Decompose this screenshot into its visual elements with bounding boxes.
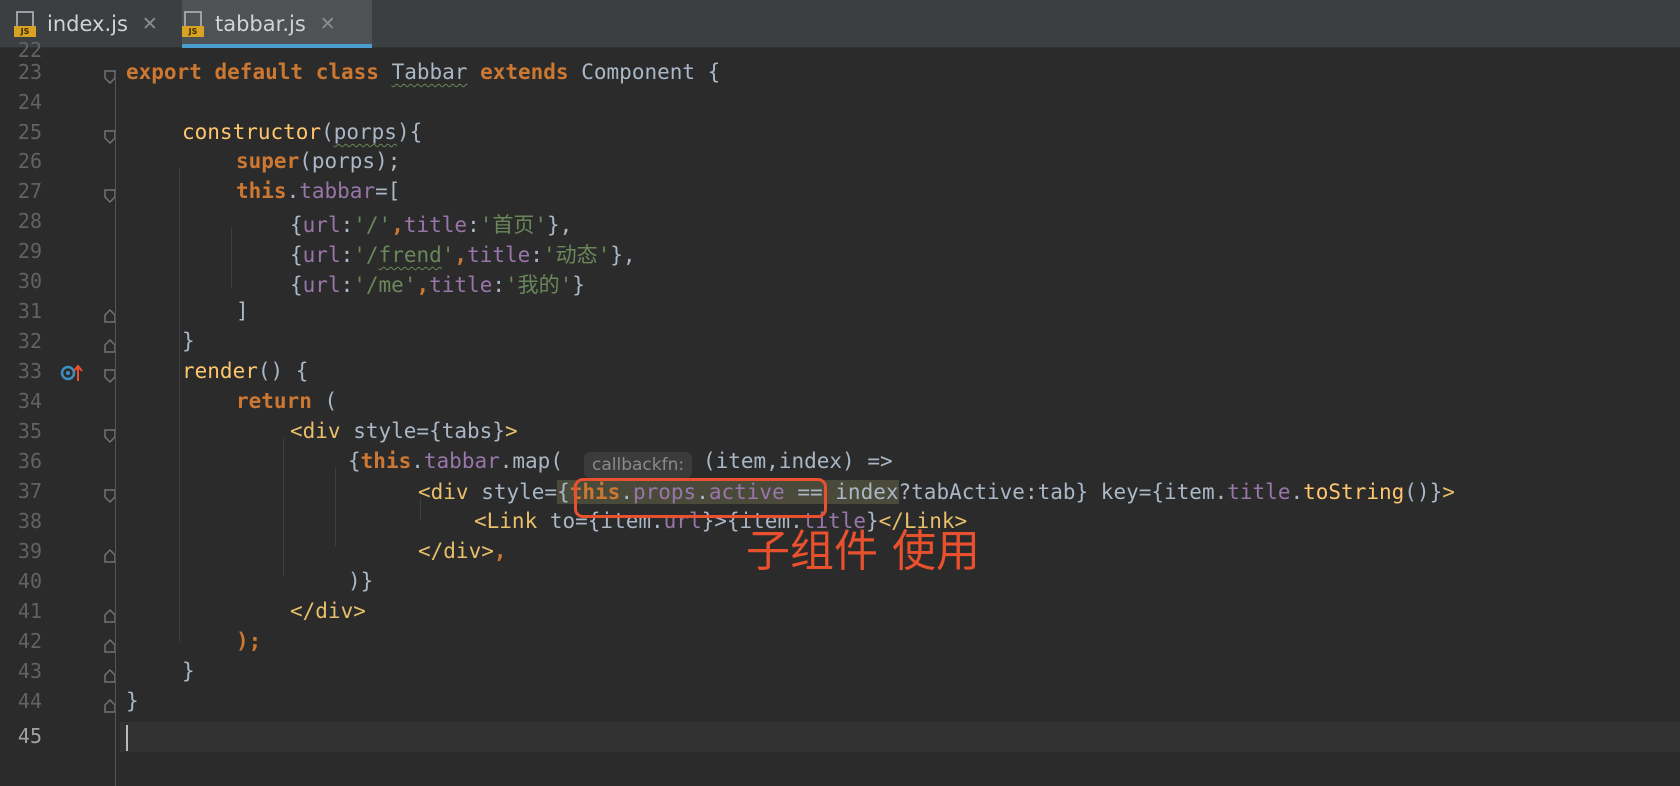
parameter-inlay-hint: callbackfn: xyxy=(584,452,693,478)
indent-guide xyxy=(231,228,232,288)
line-number: 37 xyxy=(17,479,42,503)
line-number: 44 xyxy=(17,689,42,713)
indent-guide xyxy=(335,468,336,546)
active-tab-indicator xyxy=(182,44,372,48)
line-number: 28 xyxy=(17,209,42,233)
line-number: 31 xyxy=(17,299,42,323)
code-line-43[interactable]: } xyxy=(182,659,195,683)
code-line-40[interactable]: )} xyxy=(348,569,373,593)
line-number: 42 xyxy=(17,629,42,653)
tab-label: index.js xyxy=(47,12,128,36)
code-line-41[interactable]: </div> xyxy=(290,599,366,623)
line-number: 43 xyxy=(17,659,42,683)
line-number: 30 xyxy=(17,269,42,293)
editor-tab-bar: JS index.js ✕ JS tabbar.js ✕ xyxy=(0,0,1680,48)
close-icon[interactable]: ✕ xyxy=(320,13,336,35)
line-number: 23 xyxy=(17,60,42,84)
code-line-29[interactable]: {url:'/frend',title:'动态'}, xyxy=(290,239,636,269)
line-number-current: 45 xyxy=(17,724,42,748)
code-line-27[interactable]: this.tabbar=[ xyxy=(236,179,400,203)
line-number: 36 xyxy=(17,449,42,473)
code-line-33[interactable]: render() { xyxy=(182,359,308,383)
annotation-highlight-box xyxy=(574,478,827,518)
line-number: 34 xyxy=(17,389,42,413)
code-line-30[interactable]: {url:'/me',title:'我的'} xyxy=(290,269,585,299)
code-line-31[interactable]: ] xyxy=(236,299,249,323)
indent-guide xyxy=(283,438,284,576)
code-line-42[interactable]: ); xyxy=(236,629,261,653)
indent-guide xyxy=(179,168,180,643)
indent-guide xyxy=(115,72,116,786)
line-number: 25 xyxy=(17,120,42,144)
code-line-35[interactable]: <div style={tabs}> xyxy=(290,419,518,443)
line-number: 29 xyxy=(17,239,42,263)
line-number: 22 xyxy=(17,38,42,62)
code-line-25[interactable]: constructor(porps){ xyxy=(182,120,422,144)
tab-label: tabbar.js xyxy=(215,12,306,36)
code-line-32[interactable]: } xyxy=(182,329,195,353)
line-number: 24 xyxy=(17,90,42,114)
text-caret xyxy=(126,725,128,751)
code-line-34[interactable]: return ( xyxy=(236,389,337,413)
override-method-icon[interactable] xyxy=(60,362,84,384)
line-number: 38 xyxy=(17,509,42,533)
line-number: 27 xyxy=(17,179,42,203)
tab-tabbar-js[interactable]: JS tabbar.js ✕ xyxy=(182,0,372,48)
line-number: 39 xyxy=(17,539,42,563)
line-number: 41 xyxy=(17,599,42,623)
code-line-26[interactable]: super(porps); xyxy=(236,149,400,173)
close-icon[interactable]: ✕ xyxy=(142,13,158,35)
annotation-label: 子组件 使用 xyxy=(746,526,980,577)
line-number: 26 xyxy=(17,149,42,173)
code-line-44[interactable]: } xyxy=(126,689,139,713)
gutter: 22 23 24 25 26 27 28 29 30 31 32 33 34 3… xyxy=(0,38,116,786)
js-file-icon: JS xyxy=(182,11,204,37)
line-number: 32 xyxy=(17,329,42,353)
line-number: 40 xyxy=(17,569,42,593)
line-number: 33 xyxy=(17,359,42,383)
code-line-28[interactable]: {url:'/',title:'首页'}, xyxy=(290,209,572,239)
current-line-highlight xyxy=(120,722,1680,752)
code-line-39[interactable]: </div>, xyxy=(418,539,507,563)
line-number: 35 xyxy=(17,419,42,443)
code-line-23[interactable]: export default class Tabbar extends Comp… xyxy=(126,60,720,84)
js-file-icon: JS xyxy=(14,11,36,37)
